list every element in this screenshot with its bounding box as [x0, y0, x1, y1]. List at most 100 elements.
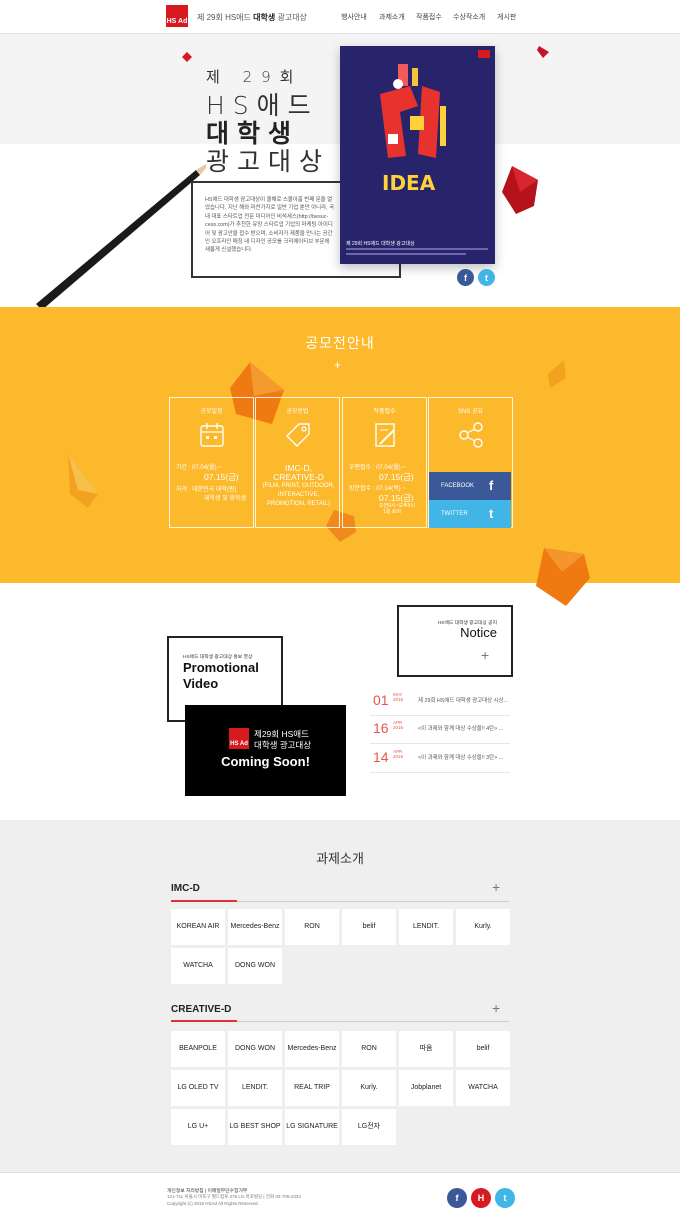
poster-caption: 제 29회 HS애드 대학생 광고대상 [346, 241, 415, 247]
logo-tile[interactable]: LG BEST SHOP [228, 1109, 282, 1145]
logo-tile[interactable]: WATCHA [456, 1070, 510, 1106]
creative-title: CREATIVE-D [171, 1004, 232, 1015]
twitter-icon: t [485, 272, 488, 283]
logo-text: HS Ad [166, 18, 188, 25]
logo-tile[interactable]: LG OLED TV [171, 1070, 225, 1106]
footer-hsad-button[interactable]: H [471, 1188, 491, 1208]
imc-title: IMC-D [171, 883, 200, 894]
logo-tile[interactable]: LG전자 [342, 1109, 396, 1145]
poster-idea-text: IDEA [382, 171, 436, 195]
tasks-section [0, 820, 680, 1172]
logo-tile[interactable]: Kurly. [456, 909, 510, 945]
method-line2: CREATIVE-D [273, 472, 324, 482]
logo-tile[interactable]: Mercedes-Benz [285, 1031, 339, 1067]
card-schedule-title: 공모일정 [200, 409, 223, 415]
nav-winners[interactable]: 수상작소개 [453, 12, 485, 22]
notice-day: 14 [373, 749, 389, 765]
promo-title-line1: Promotional [183, 660, 259, 675]
imc-more-icon[interactable]: + [492, 879, 500, 895]
video-hsad-logo: HS Ad [229, 728, 249, 749]
logo-tile[interactable]: RON [285, 909, 339, 945]
share-icon [459, 422, 483, 448]
document-pen-icon [375, 423, 395, 447]
hero-title-line4: 광고대상 [206, 147, 331, 176]
footer-links[interactable]: 개인정보 처리방침 | 이메일무단수집거부 [167, 1187, 247, 1194]
site-title-prefix: 제 29회 HS애드 [197, 13, 251, 22]
logo-tile[interactable]: Mercedes-Benz [228, 909, 282, 945]
promo-video-title: Promotional Video [183, 660, 259, 692]
contest-info-title: 공모전안내 [305, 335, 375, 351]
creative-more-icon[interactable]: + [492, 1000, 500, 1016]
facebook-icon: f [455, 1193, 459, 1203]
submission-visit-end: 07.15(금) [379, 493, 414, 503]
footer-copyright: Copyright (c) 2016 HSAd All Rights Reser… [167, 1201, 259, 1206]
notice-item[interactable]: 14 APR 2016 <이 과제와 함께 대상 수상을!! 3탄> ... [370, 745, 510, 773]
logo-tile[interactable]: Kurly. [342, 1070, 396, 1106]
red-gem-topright [537, 46, 549, 58]
notice-text: <이 과제와 함께 대상 수상을!! 4탄> ... [418, 726, 504, 732]
facebook-icon: f [489, 478, 494, 493]
twitter-icon: t [503, 1193, 507, 1203]
video-caption: 제29회 HS애드 대학생 광고대상 [254, 729, 311, 751]
card-submission: 작품접수 우편접수 : 07.04(월) ~ 07.15(금) 방문접수 : 0… [342, 397, 427, 528]
nav-event-info[interactable]: 행사안내 [341, 12, 367, 22]
hero-facebook-button[interactable]: f [457, 269, 474, 286]
site-title-bold: 대학생 [253, 13, 276, 22]
facebook-share-button[interactable]: FACEBOOK f [429, 472, 511, 500]
logo-tile[interactable]: DONG WON [228, 1031, 282, 1067]
logo-tile[interactable]: WATCHA [171, 948, 225, 984]
hsad-logo[interactable]: HS Ad [166, 5, 188, 27]
contest-poster[interactable]: IDEA [340, 46, 495, 264]
logo-tile[interactable]: LENDIT. [399, 909, 453, 945]
twitter-label: TWITTER [441, 511, 468, 517]
notice-item[interactable]: 16 APR 2016 <이 과제와 함께 대상 수상을!! 4탄> ... [370, 716, 510, 744]
hero-title-line1: 제 29회 [206, 68, 303, 86]
logo-tile[interactable]: KOREAN AIR [171, 909, 225, 945]
imc-divider-accent [171, 900, 237, 902]
twitter-share-button[interactable]: TWITTER t [429, 500, 511, 528]
hero-twitter-button[interactable]: t [478, 269, 495, 286]
logo-tile[interactable]: LG SIGNATURE [285, 1109, 339, 1145]
card-method: 공모방법 IMC-D, CREATIVE-D (FILM, PRINT, OUT… [255, 397, 340, 528]
logo-tile[interactable]: RON [342, 1031, 396, 1067]
red-gem-large [502, 166, 538, 214]
logo-tile[interactable]: 따옴 [399, 1031, 453, 1067]
nav-tasks[interactable]: 과제소개 [379, 12, 405, 22]
contest-plus-icon: + [334, 358, 342, 372]
notice-box[interactable] [397, 605, 513, 677]
footer-facebook-button[interactable]: f [447, 1188, 467, 1208]
intro-text: HS애드 대학생 광고대상이 올해로 스물아홉 번째 문을 열었습니다. 지난 … [205, 197, 335, 254]
twitter-icon: t [489, 506, 494, 521]
video-logo-text: HS Ad [230, 741, 248, 747]
logo-tile[interactable]: belif [342, 909, 396, 945]
creative-divider-accent [171, 1020, 237, 1022]
logo-tile[interactable]: LENDIT. [228, 1070, 282, 1106]
notice-date: APR 2016 [393, 749, 404, 759]
top-header [0, 0, 680, 34]
video-caption-line2: 대학생 광고대상 [254, 740, 312, 750]
notice-text: <이 과제와 함께 대상 수상을!! 3탄> ... [418, 755, 504, 761]
logo-tile[interactable]: BEANPOLE [171, 1031, 225, 1067]
card-method-title: 공모방법 [286, 409, 309, 415]
logo-tile[interactable]: belif [456, 1031, 510, 1067]
nav-submission[interactable]: 작품접수 [416, 12, 442, 22]
nav-board[interactable]: 게시판 [497, 12, 516, 22]
logo-tile[interactable]: Jobplanet [399, 1070, 453, 1106]
notice-date: APR 2016 [393, 720, 404, 730]
notice-day: 16 [373, 720, 389, 736]
footer-twitter-button[interactable]: t [495, 1188, 515, 1208]
orange-gem-bottomright [536, 548, 590, 606]
calendar-icon [200, 423, 224, 447]
facebook-label: FACEBOOK [441, 483, 475, 489]
notice-more-icon[interactable]: + [481, 647, 489, 663]
schedule-eligibility: 자격 : 대한민국 대학(원) [176, 487, 237, 493]
logo-tile[interactable]: LG U+ [171, 1109, 225, 1145]
method-line3: (FILM, PRINT, OUTDOOR, [262, 483, 335, 489]
notice-title: Notice [460, 625, 497, 640]
logo-tile[interactable]: REAL TRIP [285, 1070, 339, 1106]
site-title[interactable]: 제 29회 HS애드 대학생 광고대상 [197, 12, 307, 23]
submission-mail-end: 07.15(금) [379, 472, 414, 482]
logo-tile[interactable]: DONG WON [228, 948, 282, 984]
notice-item[interactable]: 01 MAY 2016 제 29회 HS애드 대학생 광고대상 시상... [370, 688, 510, 716]
notice-date: MAY 2016 [393, 692, 404, 702]
